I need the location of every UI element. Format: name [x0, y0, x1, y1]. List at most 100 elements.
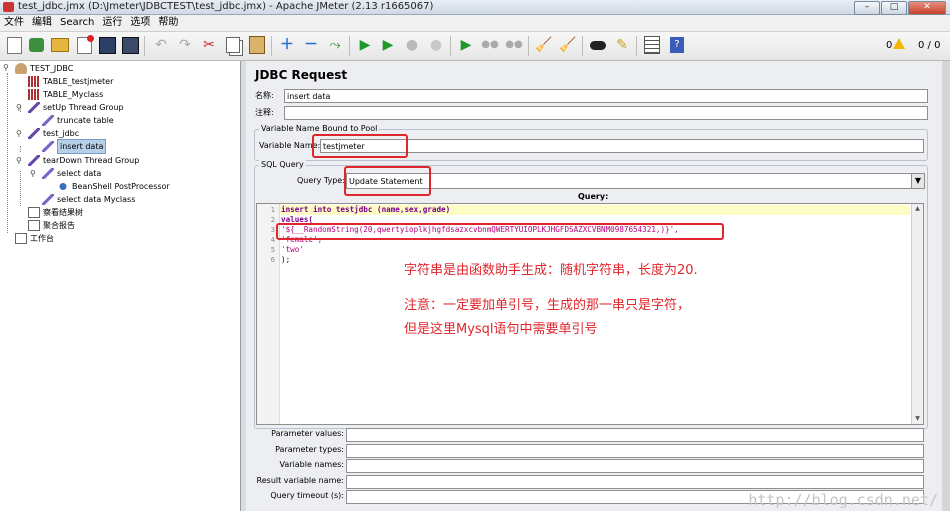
- maximize-button[interactable]: □: [881, 1, 907, 15]
- panel-heading: JDBC Request: [255, 68, 348, 82]
- close-window-button[interactable]: ✕: [908, 1, 946, 15]
- tree-node-sampler-selected[interactable]: insert data: [42, 139, 107, 154]
- highlight-box: [276, 223, 724, 240]
- jmeter-app-icon: [3, 2, 14, 12]
- warning-icon[interactable]: [893, 38, 905, 49]
- expand-toggle-icon[interactable]: ⚲: [16, 157, 22, 165]
- remote-shutdown-icon[interactable]: ●●: [504, 35, 524, 55]
- chevron-down-icon[interactable]: ▼: [911, 173, 925, 189]
- highlight-box: [344, 166, 431, 196]
- tree-node-postprocessor[interactable]: BeanShell PostProcessor: [57, 180, 170, 193]
- tree-node-thread-group[interactable]: setUp Thread Group: [28, 101, 124, 114]
- remote-start-icon[interactable]: ▶: [456, 35, 476, 55]
- menu-run[interactable]: 运行: [98, 15, 126, 31]
- expand-toggle-icon[interactable]: ⚲: [16, 104, 22, 112]
- paste-icon[interactable]: [247, 35, 267, 55]
- collapse-toggle-icon[interactable]: ⚲: [3, 64, 9, 72]
- tree-node-jdbc-config[interactable]: TABLE_testjmeter: [28, 75, 113, 88]
- help-icon[interactable]: ?: [667, 35, 687, 55]
- name-field[interactable]: insert data: [284, 89, 928, 103]
- sql-query-editor[interactable]: 1 2 3 4 5 6 insert into testjdbc (name,s…: [256, 203, 924, 425]
- parameter-values-label: Parameter values:: [271, 429, 344, 438]
- expand-toggle-icon[interactable]: ⚲: [16, 130, 22, 138]
- minimize-button[interactable]: –: [854, 1, 880, 15]
- annotation-text: 但是这里Mysql语句中需要单引号: [404, 322, 598, 337]
- sampler-icon: [42, 194, 54, 205]
- comment-label: 注释:: [255, 108, 274, 117]
- result-variable-field[interactable]: [346, 475, 924, 489]
- code-line: insert into testjdbc (name,sex,grade): [281, 205, 451, 214]
- menu-options[interactable]: 选项: [126, 15, 154, 31]
- pool-group-title: Variable Name Bound to Pool: [259, 124, 380, 134]
- parameter-types-field[interactable]: [346, 444, 924, 458]
- annotation-text: 注意：一定要加单引号，生成的那一串只是字符，: [404, 298, 691, 313]
- new-icon[interactable]: [4, 35, 24, 55]
- start-no-pause-icon[interactable]: ▶: [378, 35, 398, 55]
- highlight-box: [312, 134, 408, 158]
- test-plan-icon: [15, 63, 27, 74]
- comment-field[interactable]: [284, 106, 928, 120]
- thread-group-icon: [28, 128, 40, 139]
- clear-all-icon[interactable]: 🧹: [558, 35, 578, 55]
- shutdown-icon[interactable]: ●: [426, 35, 446, 55]
- code-line: );: [281, 255, 291, 264]
- toolbar: ↶ ↷ ✂ ＋ － ⤳ ▶ ▶ ● ● ▶ ●● ●● 🧹 🧹 ✎ ? 0 0 …: [0, 32, 950, 61]
- result-variable-label: Result variable name:: [256, 476, 344, 485]
- menu-help[interactable]: 帮助: [154, 15, 182, 31]
- save-icon[interactable]: [97, 35, 117, 55]
- jdbc-config-icon: [28, 89, 40, 100]
- expand-toggle-icon[interactable]: ⚲: [30, 170, 36, 178]
- cut-icon[interactable]: ✂: [199, 35, 219, 55]
- line-number: 5: [270, 246, 275, 254]
- close-icon[interactable]: [74, 34, 94, 55]
- scroll-down-icon[interactable]: ▼: [912, 414, 923, 424]
- expand-icon[interactable]: ＋: [277, 35, 297, 55]
- window-controls: – □ ✕: [854, 1, 946, 15]
- undo-icon[interactable]: ↶: [151, 35, 171, 55]
- warning-count: 0: [886, 40, 893, 51]
- variable-name-field[interactable]: testjmeter: [320, 139, 924, 153]
- sql-group-title: SQL Query: [259, 160, 306, 170]
- jdbc-config-icon: [28, 76, 40, 87]
- menu-edit[interactable]: 编辑: [28, 15, 56, 31]
- tree-node-thread-group[interactable]: tearDown Thread Group: [28, 154, 139, 167]
- search-icon[interactable]: [588, 35, 608, 55]
- name-label: 名称:: [255, 91, 274, 100]
- redo-icon[interactable]: ↷: [175, 35, 195, 55]
- query-header: Query:: [578, 192, 609, 201]
- menu-file[interactable]: 文件: [0, 15, 28, 31]
- scroll-up-icon[interactable]: ▲: [912, 204, 923, 214]
- code-line: 'two': [281, 245, 304, 254]
- start-icon[interactable]: ▶: [355, 35, 375, 55]
- function-helper-icon[interactable]: [642, 35, 662, 55]
- save-as-icon[interactable]: [120, 35, 140, 55]
- tree-node-jdbc-config[interactable]: TABLE_Myclass: [28, 88, 103, 101]
- main-scrollbar[interactable]: [942, 61, 950, 511]
- query-type-label: Query Type:: [297, 176, 345, 185]
- workbench-icon: [15, 233, 27, 244]
- clear-icon[interactable]: 🧹: [534, 35, 554, 55]
- tree-node-sampler[interactable]: select data: [42, 167, 101, 180]
- variable-names-field[interactable]: [346, 459, 924, 473]
- tree-node-sampler[interactable]: truncate table: [42, 114, 114, 127]
- open-icon[interactable]: [50, 35, 70, 55]
- menu-search[interactable]: Search: [56, 15, 98, 31]
- reset-search-icon[interactable]: ✎: [612, 35, 632, 55]
- tree-node-sampler[interactable]: select data Myclass: [42, 193, 135, 206]
- parameter-values-field[interactable]: [346, 428, 924, 442]
- tree-node-listener[interactable]: 聚合报告: [28, 219, 75, 232]
- tree-node-test-plan[interactable]: TEST_JDBC: [15, 62, 73, 75]
- copy-icon[interactable]: [223, 35, 243, 55]
- query-timeout-label: Query timeout (s):: [270, 491, 344, 500]
- remote-stop-icon[interactable]: ●●: [480, 35, 500, 55]
- collapse-icon[interactable]: －: [301, 35, 321, 55]
- test-plan-tree: ⚲ TEST_JDBC TABLE_testjmeter TABLE_Mycla…: [0, 61, 241, 511]
- editor-scrollbar[interactable]: ▲ ▼: [911, 204, 923, 424]
- templates-icon[interactable]: [26, 35, 46, 55]
- tree-node-workbench[interactable]: 工作台: [15, 232, 54, 245]
- toggle-icon[interactable]: ⤳: [325, 35, 345, 55]
- thread-group-icon: [28, 155, 40, 166]
- line-number: 2: [270, 216, 275, 224]
- tree-node-listener[interactable]: 察看结果树: [28, 206, 83, 219]
- stop-icon[interactable]: ●: [402, 35, 422, 55]
